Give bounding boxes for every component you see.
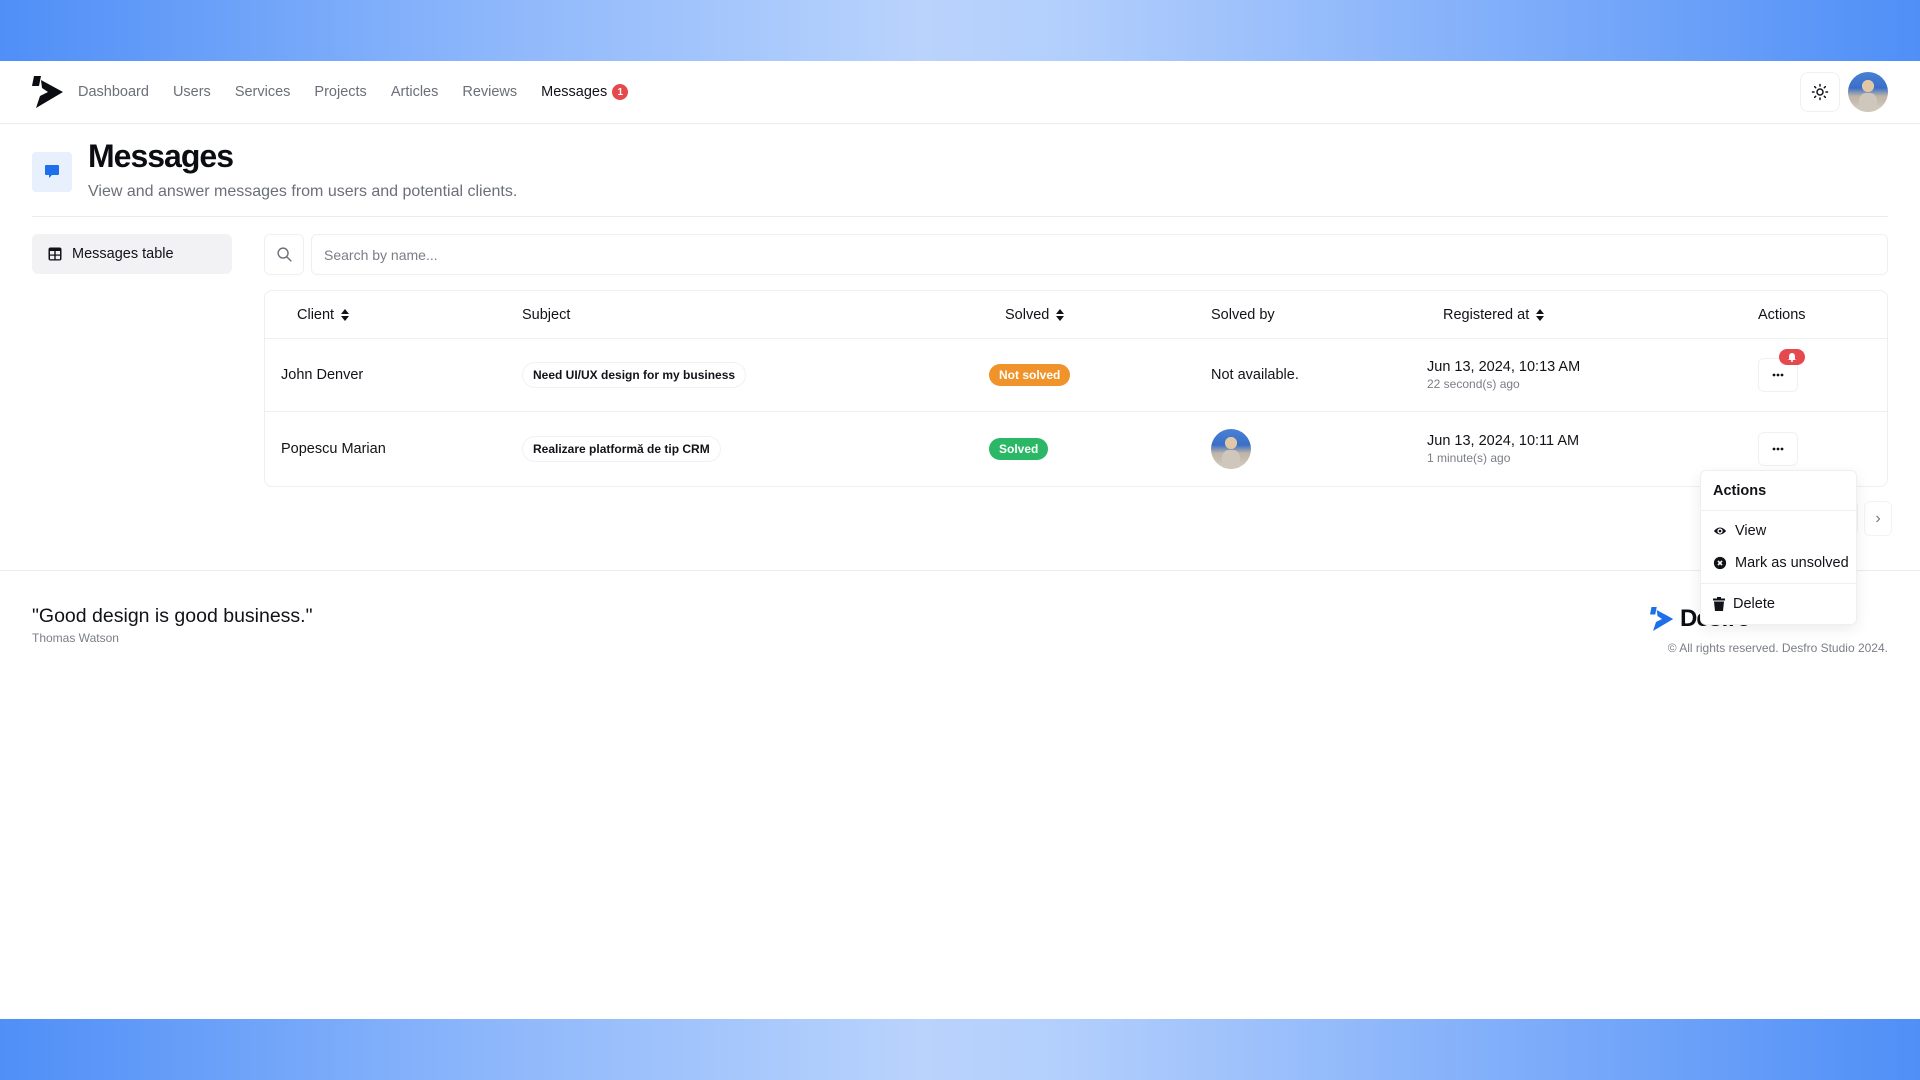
x-circle-icon [1713,556,1727,570]
user-avatar[interactable] [1848,72,1888,112]
dropdown-item-label: View [1735,523,1767,539]
theme-toggle-button[interactable] [1800,72,1840,112]
column-label: Actions [1758,307,1806,323]
dropdown-item-label: Mark as unsolved [1735,555,1849,571]
sort-icon [1536,309,1545,321]
registered-date: Jun 13, 2024, 10:13 AM [1427,359,1581,375]
column-header-actions: Actions [1758,291,1806,339]
more-horizontal-icon [1772,373,1784,377]
nav-item-dashboard[interactable]: Dashboard [78,84,149,100]
nav-item-services[interactable]: Services [235,84,291,100]
sidebar-item-messages-table[interactable]: Messages table [32,234,232,274]
footer-quote: "Good design is good business." [32,605,313,627]
status-cell: Solved [989,412,1049,486]
notification-badge [1779,349,1805,365]
table-row: Popescu Marian Realizare platformă de ti… [265,412,1887,486]
unread-count-badge: 1 [612,84,629,100]
registered-cell: Jun 13, 2024, 10:13 AM 22 second(s) ago [1427,339,1580,411]
dropdown-item-delete[interactable]: Delete [1701,588,1856,620]
actions-cell [1758,339,1805,411]
page-header: Messages View and answer messages from u… [32,138,1888,217]
registered-date: Jun 13, 2024, 10:11 AM [1427,433,1580,449]
column-label: Solved by [1211,307,1275,323]
nav-item-projects[interactable]: Projects [314,84,366,100]
subject-cell: Need UI/UX design for my business [522,339,747,411]
navbar: Dashboard Users Services Projects Articl… [0,61,1920,124]
column-header-registered-at[interactable]: Registered at [1443,291,1545,339]
nav-item-articles[interactable]: Articles [391,84,439,100]
nav-right [1800,72,1888,112]
solver-avatar[interactable] [1211,429,1251,469]
column-header-client[interactable]: Client [297,291,350,339]
dropdown-item-label: Delete [1733,596,1775,612]
nav-item-label: Dashboard [78,84,149,100]
bottom-gradient-band [0,1019,1920,1080]
sidebar-item-label: Messages table [72,246,174,262]
more-horizontal-icon [1772,447,1784,451]
message-icon [32,152,72,192]
column-header-solved-by: Solved by [1211,291,1275,339]
row-actions-button[interactable] [1758,432,1798,466]
nav-links: Dashboard Users Services Projects Articl… [78,84,629,100]
search-button[interactable] [264,234,304,275]
column-header-solved[interactable]: Solved [1005,291,1065,339]
dropdown-divider [1701,583,1856,584]
row-actions-dropdown: Actions View Mark as unsolved Delete [1700,470,1857,625]
nav-item-label: Reviews [462,84,518,100]
nav-item-label: Messages [541,84,608,100]
bell-icon [1788,353,1796,362]
row-actions-button[interactable] [1758,349,1805,392]
registered-relative: 1 minute(s) ago [1427,451,1511,465]
column-label: Registered at [1443,307,1530,323]
dropdown-item-mark-unsolved[interactable]: Mark as unsolved [1701,547,1856,579]
registered-relative: 22 second(s) ago [1427,377,1520,391]
column-label: Client [297,307,335,323]
sort-icon [1056,309,1065,321]
registered-cell: Jun 13, 2024, 10:11 AM 1 minute(s) ago [1427,412,1579,486]
table-row: John Denver Need UI/UX design for my bus… [265,339,1887,412]
search-icon [276,247,292,262]
brand-logo-icon [1650,607,1674,631]
messages-table: Client Subject Solved Solved by Register… [264,290,1888,487]
nav-item-label: Articles [390,84,439,100]
column-label: Solved [1005,307,1050,323]
subject-cell: Realizare platformă de tip CRM [522,412,721,486]
column-header-subject: Subject [522,291,570,339]
subject-pill: Realizare platformă de tip CRM [522,436,721,462]
next-page-button[interactable]: › [1864,501,1892,536]
search-input[interactable] [311,234,1888,275]
sun-icon [1811,83,1829,101]
trash-icon [1713,597,1725,611]
sort-icon [341,309,350,321]
page: Dashboard Users Services Projects Articl… [0,61,1920,1019]
page-subtitle: View and answer messages from users and … [88,183,518,200]
nav-item-label: Services [234,84,291,100]
column-label: Subject [522,307,571,323]
brand-logo-icon[interactable] [32,74,64,110]
nav-item-label: Users [172,84,211,100]
table-icon [48,247,62,261]
status-badge: Solved [989,438,1049,460]
eye-icon [1713,527,1727,535]
nav-item-label: Projects [314,84,367,100]
copyright: © All rights reserved. Desfro Studio 202… [1667,641,1888,655]
solved-by: Not available. [1211,367,1299,383]
client-name: John Denver [281,367,364,383]
page-title: Messages [88,138,234,174]
top-gradient-band [0,0,1920,61]
solved-by-cell [1211,412,1251,486]
table-header: Client Subject Solved Solved by Register… [265,291,1887,339]
status-badge: Not solved [989,364,1071,386]
footer: "Good design is good business." Thomas W… [0,570,1920,670]
nav-item-reviews[interactable]: Reviews [462,84,517,100]
status-cell: Not solved [989,339,1071,411]
nav-item-users[interactable]: Users [173,84,211,100]
client-name: Popescu Marian [281,441,386,457]
dropdown-title: Actions [1701,471,1856,511]
dropdown-item-view[interactable]: View [1701,515,1856,547]
subject-pill: Need UI/UX design for my business [522,362,747,388]
nav-item-messages[interactable]: Messages 1 [541,84,629,100]
footer-quote-author: Thomas Watson [32,631,119,645]
